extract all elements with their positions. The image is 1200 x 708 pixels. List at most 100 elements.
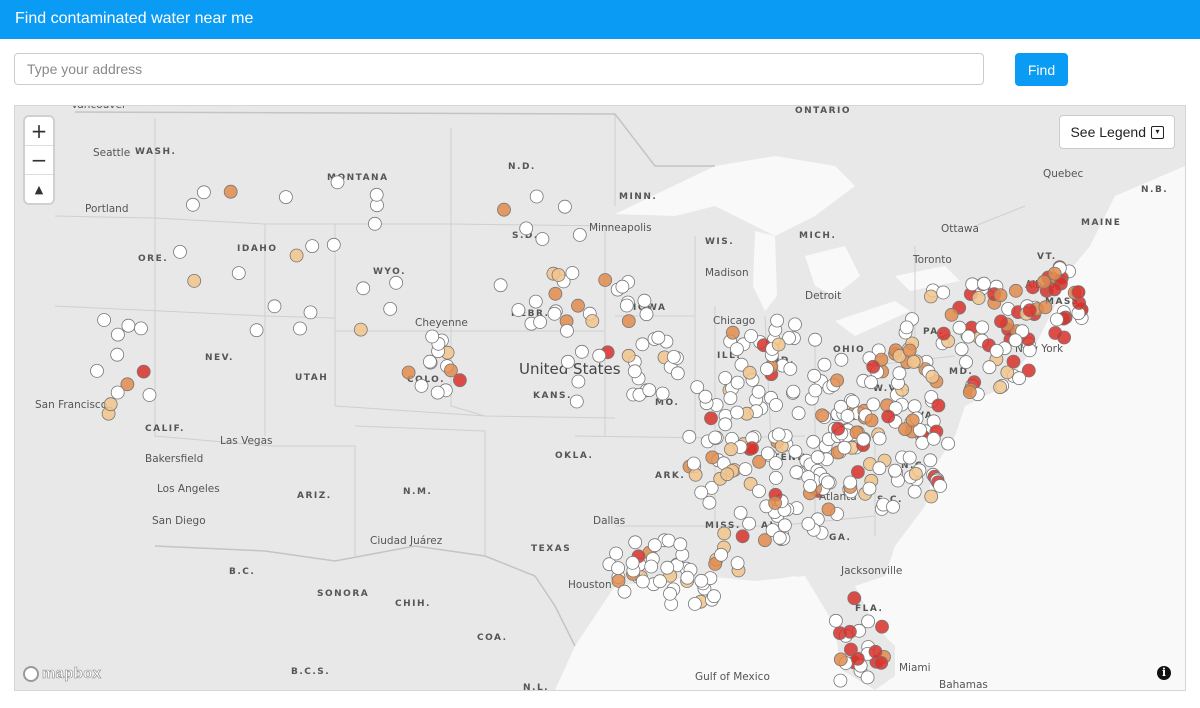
water-system-marker xyxy=(724,442,738,457)
contamination-map[interactable]: WASH. MONTANA N.D. MINN. IDAHO WYO. S.D. WIS. MI… xyxy=(14,105,1186,691)
water-system-marker xyxy=(560,323,574,338)
compass-button[interactable]: ▲ xyxy=(25,175,53,203)
state-label: N.M. xyxy=(403,487,432,497)
city-label: Minneapolis xyxy=(589,222,652,234)
water-system-marker xyxy=(694,573,709,588)
water-system-marker xyxy=(810,450,825,465)
water-system-marker xyxy=(639,307,654,322)
water-system-marker xyxy=(621,348,636,363)
water-system-marker xyxy=(635,574,650,589)
water-system-marker xyxy=(1008,333,1023,348)
water-system-marker xyxy=(704,411,718,426)
water-system-marker xyxy=(872,431,887,446)
water-system-marker xyxy=(249,323,264,338)
water-system-marker xyxy=(611,561,625,576)
state-label: SONORA xyxy=(317,589,369,599)
water-system-marker xyxy=(717,526,732,541)
water-system-marker xyxy=(786,384,801,399)
state-label: COA. xyxy=(477,633,508,643)
water-system-marker xyxy=(551,268,566,282)
water-system-marker xyxy=(628,535,643,550)
water-system-marker xyxy=(875,619,889,634)
mapbox-attribution: mapbox xyxy=(42,665,102,683)
water-system-marker xyxy=(660,560,675,575)
water-system-marker xyxy=(642,383,657,398)
water-system-marker xyxy=(925,369,940,384)
water-system-marker xyxy=(815,408,829,423)
water-system-marker xyxy=(110,385,125,400)
navigation-control: + − ▲ xyxy=(25,117,53,203)
city-label: Portland xyxy=(85,203,129,215)
water-system-marker xyxy=(647,538,662,553)
water-system-marker xyxy=(723,391,738,406)
zoom-out-button[interactable]: − xyxy=(25,146,53,175)
water-system-marker xyxy=(561,354,575,369)
state-label: B.C.S. xyxy=(291,667,330,677)
water-system-marker xyxy=(892,366,907,381)
city-label: Las Vegas xyxy=(220,435,273,447)
water-system-marker xyxy=(661,533,676,548)
state-label: ARK. xyxy=(655,471,685,481)
see-legend-button[interactable]: See Legend ▾ xyxy=(1059,115,1175,149)
water-system-marker xyxy=(936,326,951,341)
water-system-marker xyxy=(635,337,650,352)
water-system-marker xyxy=(714,547,728,562)
water-system-marker xyxy=(907,484,922,499)
water-system-marker xyxy=(497,202,511,217)
find-button[interactable]: Find xyxy=(1015,53,1068,86)
water-system-marker xyxy=(834,352,849,367)
state-label: WYO. xyxy=(373,267,406,277)
water-system-marker xyxy=(267,299,282,314)
water-system-marker xyxy=(803,478,817,493)
info-icon[interactable]: i xyxy=(1157,666,1171,680)
water-system-marker xyxy=(422,354,437,369)
water-system-marker xyxy=(637,293,652,308)
water-system-marker xyxy=(519,221,534,236)
city-label: Ottawa xyxy=(941,223,979,235)
zoom-in-button[interactable]: + xyxy=(25,117,53,146)
city-label: Quebec xyxy=(1043,168,1084,180)
water-system-marker xyxy=(383,301,398,316)
water-system-marker xyxy=(744,329,758,343)
water-system-marker xyxy=(389,275,404,290)
water-system-marker xyxy=(769,398,783,412)
app-header: Find contaminated water near me xyxy=(0,0,1200,39)
water-system-marker xyxy=(1050,312,1064,327)
water-system-marker xyxy=(837,440,852,455)
water-system-marker xyxy=(866,397,881,412)
water-system-marker xyxy=(303,305,318,320)
water-system-marker xyxy=(90,363,104,378)
water-system-marker xyxy=(686,456,701,471)
city-label: Dallas xyxy=(593,515,625,527)
city-label: Miami xyxy=(899,662,931,674)
water-system-marker xyxy=(575,344,589,359)
water-system-marker xyxy=(760,362,774,376)
water-system-marker xyxy=(547,306,562,321)
water-system-marker xyxy=(860,670,875,685)
city-label: Toronto xyxy=(912,254,952,266)
water-system-marker xyxy=(902,450,917,465)
water-system-marker xyxy=(831,421,845,436)
water-system-marker xyxy=(110,347,125,362)
water-system-marker xyxy=(821,475,835,490)
state-label: TEXAS xyxy=(531,544,571,554)
water-system-marker xyxy=(864,375,878,390)
water-system-marker xyxy=(778,518,792,533)
mapbox-logo: mapbox xyxy=(23,665,101,682)
water-system-marker xyxy=(651,330,666,345)
water-system-marker xyxy=(369,187,384,202)
water-system-marker xyxy=(533,315,547,329)
address-input[interactable] xyxy=(14,53,984,85)
water-system-marker xyxy=(742,365,757,380)
water-system-marker xyxy=(931,398,946,413)
water-system-marker xyxy=(944,307,959,322)
map-canvas[interactable]: WASH.MONTANAN.D.MINN.IDAHOWYO.S.D.WIS.MI… xyxy=(15,106,1185,690)
water-system-marker xyxy=(1047,266,1062,281)
water-system-marker xyxy=(356,281,371,296)
water-system-marker xyxy=(187,273,202,288)
water-system-marker xyxy=(861,614,875,629)
water-system-marker xyxy=(1006,354,1021,369)
water-system-marker xyxy=(886,499,900,514)
water-system-marker xyxy=(954,342,969,357)
state-label: VT. xyxy=(1037,252,1057,262)
